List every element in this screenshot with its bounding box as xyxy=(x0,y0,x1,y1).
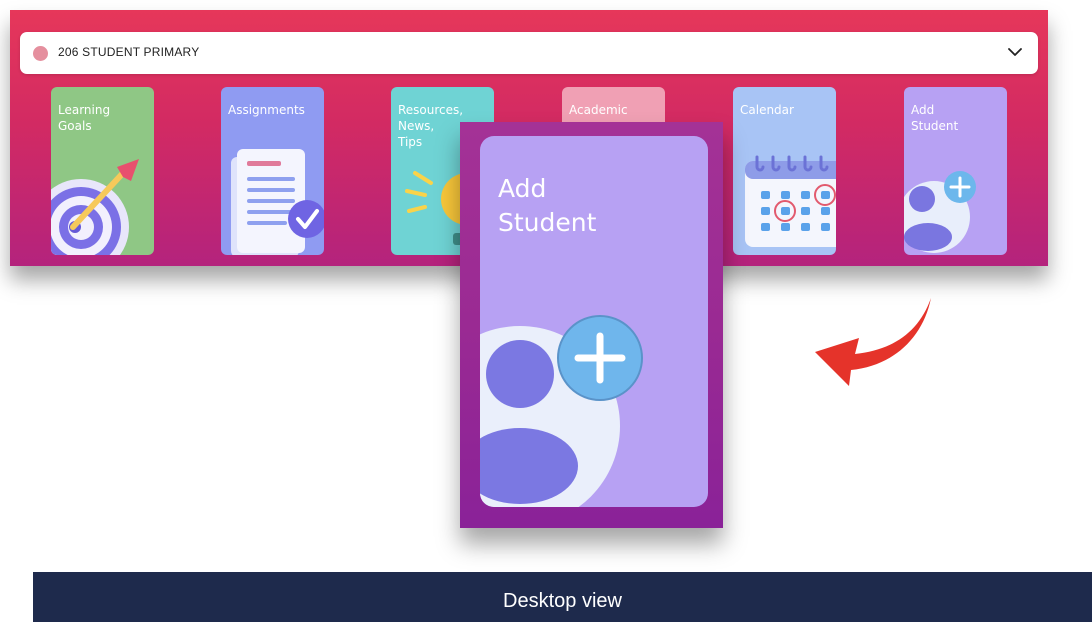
tile-label: Assignments xyxy=(228,103,305,117)
tile-label: Learning Goals xyxy=(58,103,111,133)
tile-label: Add Student xyxy=(911,103,959,133)
tile-label: Calendar xyxy=(740,103,794,117)
zoomed-add-student-card[interactable]: Add Student xyxy=(480,136,708,507)
curved-arrow-icon xyxy=(815,298,931,386)
chevron-down-icon[interactable] xyxy=(1004,41,1026,63)
view-caption: Desktop view xyxy=(33,572,1092,622)
zoomed-add-student-frame: Add Student xyxy=(460,122,723,528)
tile-label: Resources, News, Tips xyxy=(398,103,464,149)
tile-calendar[interactable]: Calendar xyxy=(733,87,836,255)
tile-assignments[interactable]: Assignments xyxy=(221,87,324,255)
tile-add-student[interactable]: Add Student xyxy=(904,87,1007,255)
student-select-value: 206 STUDENT PRIMARY xyxy=(58,45,200,59)
student-select[interactable]: 206 STUDENT PRIMARY xyxy=(20,32,1038,74)
tile-label: Academic xyxy=(569,103,628,117)
student-color-dot xyxy=(33,46,48,61)
tile-learning-goals[interactable]: Learning Goals xyxy=(51,87,154,255)
zoomed-card-label: Add Student xyxy=(498,174,597,237)
